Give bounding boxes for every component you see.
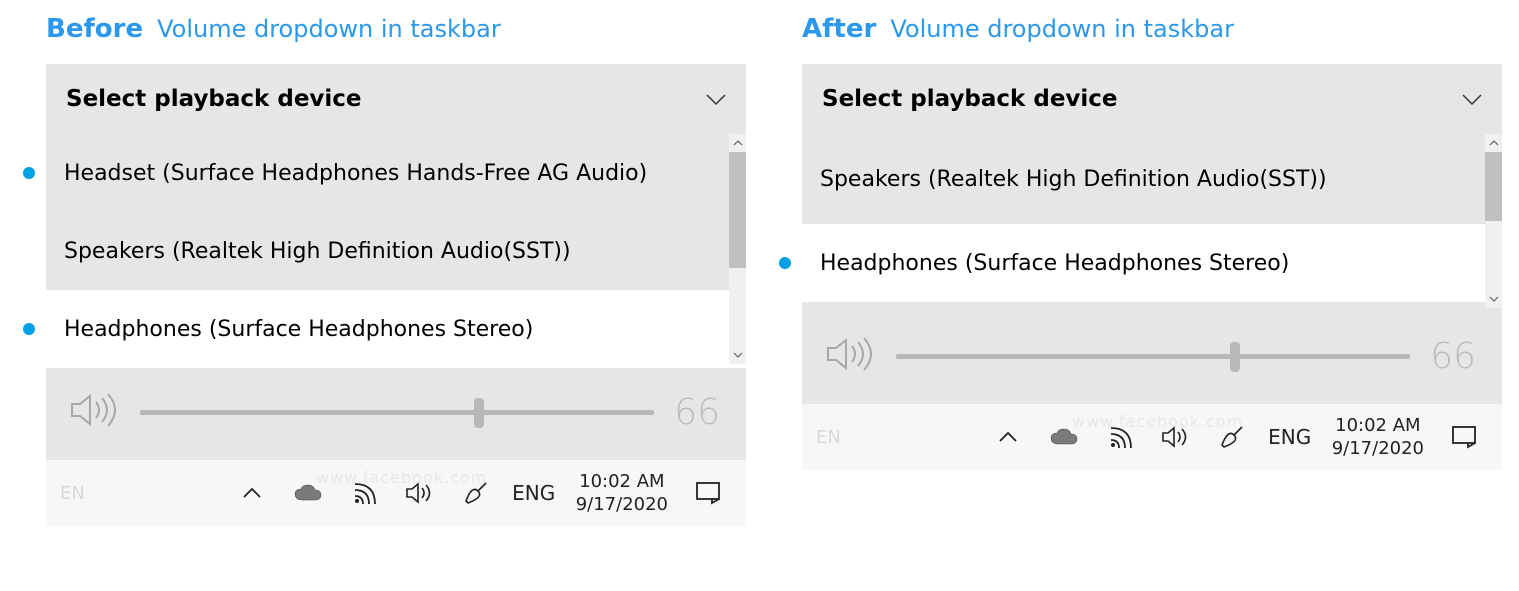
- time-text: 10:02 AM: [1335, 414, 1420, 437]
- speaker-icon[interactable]: [824, 334, 878, 378]
- scroll-up-icon[interactable]: [1485, 134, 1502, 152]
- device-item-speakers[interactable]: Speakers (Realtek High Definition Audio(…: [802, 134, 1502, 224]
- device-list: Headset (Surface Headphones Hands-Free A…: [46, 134, 746, 364]
- volume-row: 66: [802, 308, 1502, 404]
- clock[interactable]: 10:02 AM 9/17/2020: [1322, 404, 1434, 470]
- device-label: Headset (Surface Headphones Hands-Free A…: [64, 161, 647, 186]
- before-pane: Before Volume dropdown in taskbar Select…: [46, 14, 766, 526]
- pen-icon[interactable]: [450, 460, 502, 526]
- volume-value: 66: [672, 392, 720, 433]
- device-item-headset[interactable]: Headset (Surface Headphones Hands-Free A…: [46, 134, 746, 212]
- volume-tray-icon[interactable]: [394, 460, 446, 526]
- volume-slider[interactable]: [896, 354, 1410, 359]
- speaker-icon[interactable]: [68, 390, 122, 434]
- volume-tray-icon[interactable]: [1150, 404, 1202, 470]
- device-label: Headphones (Surface Headphones Stereo): [820, 251, 1289, 276]
- volume-flyout: Select playback device Headset (Surface …: [46, 64, 746, 526]
- taskbar: EN www.facebook.com: [46, 460, 746, 526]
- device-list: Speakers (Realtek High Definition Audio(…: [802, 134, 1502, 308]
- lang-dim: EN: [60, 483, 85, 504]
- slider-thumb[interactable]: [474, 398, 484, 428]
- flyout-title: Select playback device: [66, 86, 362, 112]
- volume-value: 66: [1428, 336, 1476, 377]
- flyout-title: Select playback device: [822, 86, 1118, 112]
- before-subtitle: Volume dropdown in taskbar: [157, 15, 501, 43]
- scroll-track[interactable]: [1485, 152, 1502, 290]
- volume-slider[interactable]: [140, 410, 654, 415]
- scroll-down-icon[interactable]: [729, 346, 746, 364]
- scroll-thumb[interactable]: [729, 152, 746, 268]
- volume-row: 66: [46, 364, 746, 460]
- wifi-icon[interactable]: [1094, 404, 1146, 470]
- device-item-headphones[interactable]: Headphones (Surface Headphones Stereo): [802, 224, 1502, 302]
- wifi-icon[interactable]: [338, 460, 390, 526]
- after-label: After: [802, 14, 876, 44]
- volume-flyout: Select playback device Speakers (Realtek…: [802, 64, 1502, 470]
- active-indicator-icon: [779, 257, 791, 269]
- date-text: 9/17/2020: [1332, 437, 1424, 460]
- lang-dim: EN: [816, 427, 841, 448]
- after-subtitle: Volume dropdown in taskbar: [890, 15, 1234, 43]
- action-center-icon[interactable]: [1438, 404, 1490, 470]
- cloud-icon[interactable]: [282, 460, 334, 526]
- time-text: 10:02 AM: [579, 470, 664, 493]
- tray-expand-button[interactable]: [226, 460, 278, 526]
- scroll-thumb[interactable]: [1485, 152, 1502, 221]
- after-pane: After Volume dropdown in taskbar Select …: [802, 14, 1519, 470]
- device-label: Speakers (Realtek High Definition Audio(…: [820, 167, 1327, 192]
- device-label: Headphones (Surface Headphones Stereo): [64, 317, 533, 342]
- scroll-up-icon[interactable]: [729, 134, 746, 152]
- device-label: Speakers (Realtek High Definition Audio(…: [64, 239, 571, 264]
- scrollbar[interactable]: [729, 134, 746, 364]
- tray-expand-button[interactable]: [982, 404, 1034, 470]
- language-indicator[interactable]: ENG: [506, 460, 562, 526]
- chevron-down-icon: [706, 87, 726, 112]
- after-header: After Volume dropdown in taskbar: [802, 14, 1519, 44]
- pen-icon[interactable]: [1206, 404, 1258, 470]
- before-label: Before: [46, 14, 143, 44]
- flyout-header[interactable]: Select playback device: [802, 64, 1502, 134]
- before-header: Before Volume dropdown in taskbar: [46, 14, 766, 44]
- scroll-track[interactable]: [729, 152, 746, 346]
- cloud-icon[interactable]: [1038, 404, 1090, 470]
- scrollbar[interactable]: [1485, 134, 1502, 308]
- slider-thumb[interactable]: [1230, 342, 1240, 372]
- flyout-header[interactable]: Select playback device: [46, 64, 746, 134]
- taskbar: EN www.facebook.com: [802, 404, 1502, 470]
- active-indicator-icon: [23, 167, 35, 179]
- date-text: 9/17/2020: [576, 493, 668, 516]
- action-center-icon[interactable]: [682, 460, 734, 526]
- active-indicator-icon: [23, 323, 35, 335]
- language-indicator[interactable]: ENG: [1262, 404, 1318, 470]
- clock[interactable]: 10:02 AM 9/17/2020: [566, 460, 678, 526]
- device-item-speakers[interactable]: Speakers (Realtek High Definition Audio(…: [46, 212, 746, 290]
- chevron-down-icon: [1462, 87, 1482, 112]
- scroll-down-icon[interactable]: [1485, 290, 1502, 308]
- device-item-headphones[interactable]: Headphones (Surface Headphones Stereo): [46, 290, 746, 368]
